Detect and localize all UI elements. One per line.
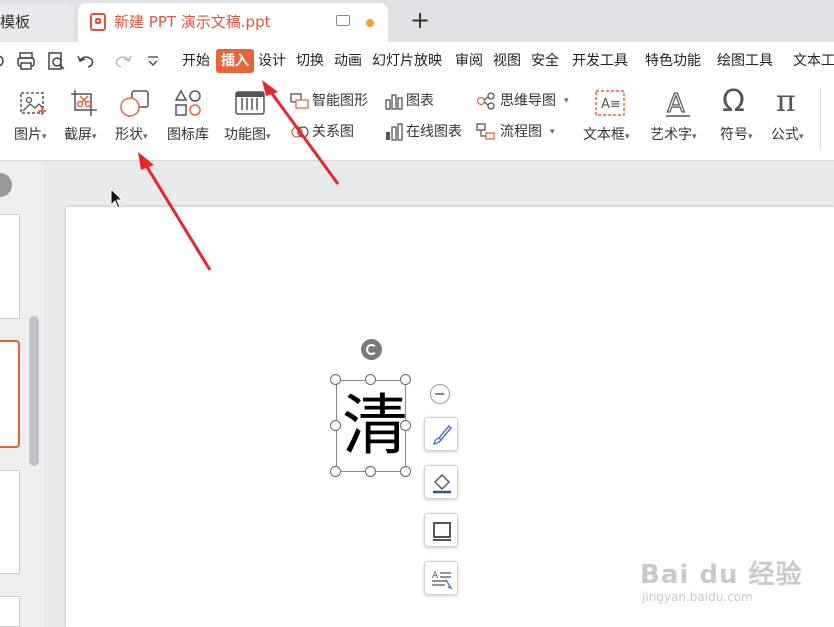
arrow-head-insert bbox=[262, 80, 278, 96]
arrow-to-insert-tab bbox=[266, 87, 340, 185]
arrow-head-shapes bbox=[138, 152, 154, 170]
annotation-arrows bbox=[138, 80, 340, 271]
arrow-to-shapes bbox=[142, 161, 212, 271]
